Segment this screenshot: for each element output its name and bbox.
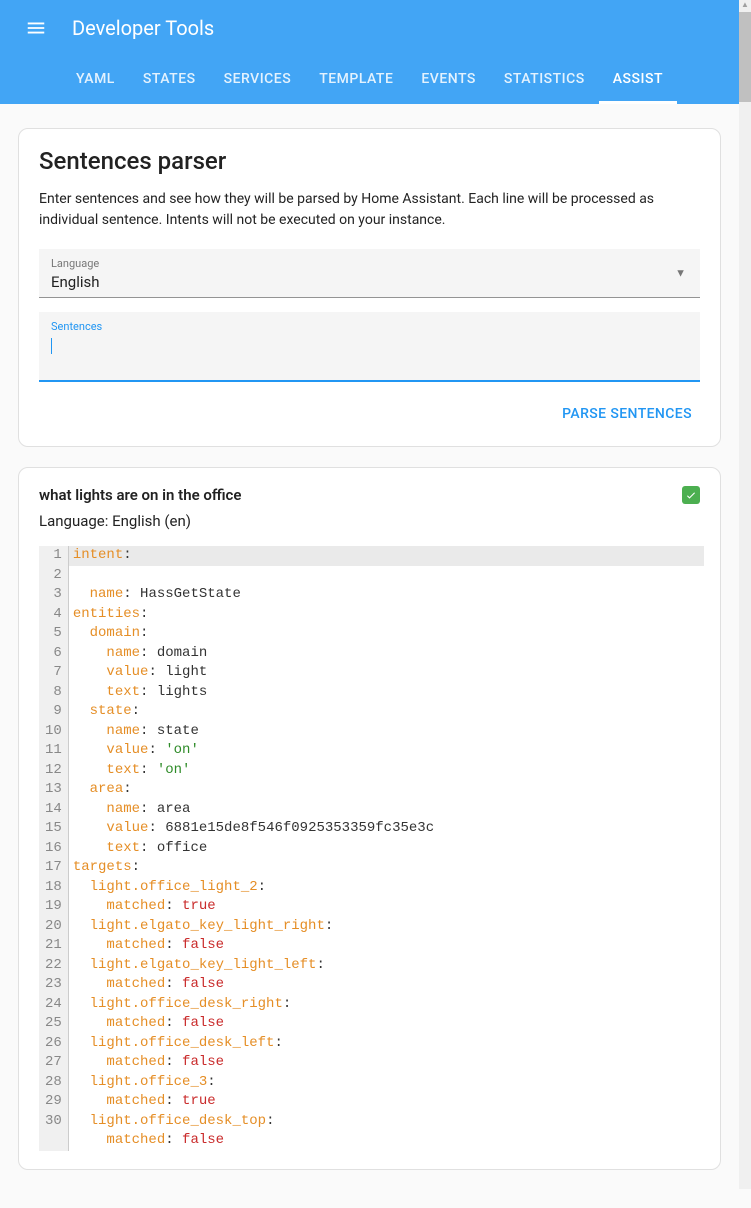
language-value: English	[51, 273, 100, 291]
scrollbar-track[interactable]: ▲	[739, 0, 751, 1189]
sentences-label: Sentences	[51, 320, 688, 333]
language-label: Language	[51, 257, 688, 270]
result-sentence: what lights are on in the office	[39, 486, 241, 504]
tab-yaml[interactable]: YAML	[62, 56, 129, 104]
success-check-icon	[682, 486, 700, 504]
tab-events[interactable]: EVENTS	[407, 56, 490, 104]
scrollbar-thumb[interactable]	[739, 12, 751, 102]
parse-sentences-button[interactable]: PARSE SENTENCES	[554, 400, 700, 428]
tab-statistics[interactable]: STATISTICS	[490, 56, 599, 104]
sentences-input[interactable]: Sentences	[39, 312, 700, 382]
text-caret	[51, 338, 52, 354]
parser-title: Sentences parser	[39, 147, 700, 175]
scroll-up-icon[interactable]: ▲	[739, 0, 751, 10]
chevron-down-icon: ▼	[675, 267, 686, 280]
app-header: Developer Tools	[0, 0, 739, 56]
code-gutter: 1234567891011121314151617181920212223242…	[39, 546, 69, 1151]
tab-template[interactable]: TEMPLATE	[305, 56, 407, 104]
tab-bar: YAML STATES SERVICES TEMPLATE EVENTS STA…	[0, 56, 739, 104]
result-card: what lights are on in the office Languag…	[18, 467, 721, 1170]
app-title: Developer Tools	[72, 16, 214, 40]
yaml-output: 1234567891011121314151617181920212223242…	[39, 546, 700, 1151]
menu-icon[interactable]	[16, 8, 56, 48]
code-body[interactable]: intent: name: HassGetState entities: dom…	[69, 546, 700, 1151]
tab-assist[interactable]: ASSIST	[599, 56, 677, 104]
parser-card: Sentences parser Enter sentences and see…	[18, 128, 721, 447]
result-language: Language: English (en)	[39, 512, 241, 530]
tab-states[interactable]: STATES	[129, 56, 210, 104]
tab-services[interactable]: SERVICES	[210, 56, 306, 104]
language-select[interactable]: Language English ▼	[39, 249, 700, 298]
parser-description: Enter sentences and see how they will be…	[39, 189, 700, 231]
